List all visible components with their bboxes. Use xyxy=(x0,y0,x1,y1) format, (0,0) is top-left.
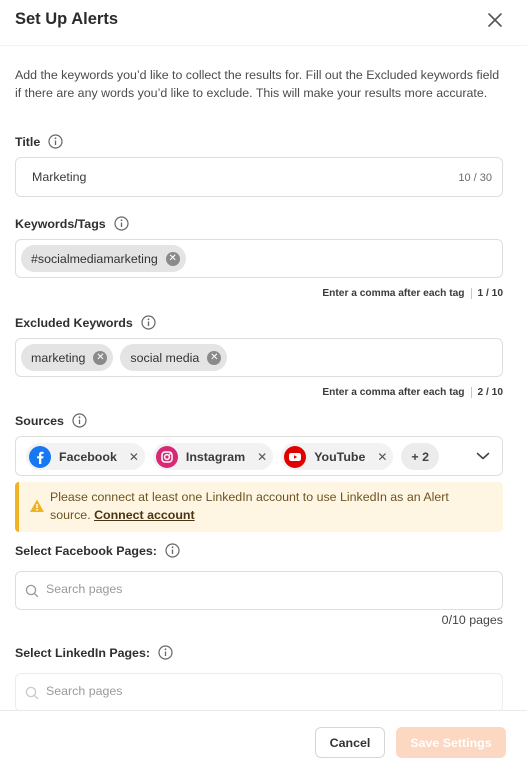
warning-icon xyxy=(30,499,44,512)
keywords-count: 1 / 10 xyxy=(477,288,504,299)
excluded-tag-label: social media xyxy=(130,350,200,365)
facebook-icon xyxy=(29,445,51,468)
excluded-count: 2 / 10 xyxy=(477,387,504,398)
remove-source-icon[interactable]: ✕ xyxy=(377,450,387,464)
chevron-down-icon[interactable] xyxy=(476,451,490,461)
excluded-label-text: Excluded Keywords xyxy=(15,315,133,330)
excluded-tag: marketing ✕ xyxy=(21,344,114,371)
excluded-tag: social media ✕ xyxy=(120,344,228,371)
info-icon[interactable] xyxy=(72,413,87,428)
linkedin-pages-search[interactable] xyxy=(15,673,503,710)
dialog-footer: Cancel Save Settings xyxy=(0,710,527,769)
info-icon[interactable] xyxy=(48,134,63,149)
source-name: Instagram xyxy=(185,449,246,464)
search-icon xyxy=(25,584,39,598)
keywords-label: Keywords/Tags xyxy=(15,216,129,231)
source-chip-instagram: Instagram ✕ xyxy=(152,443,274,470)
excluded-input[interactable]: marketing ✕ social media ✕ xyxy=(15,338,503,377)
keywords-input[interactable]: #socialmediamarketing ✕ xyxy=(15,239,503,278)
search-icon xyxy=(25,686,39,700)
remove-tag-icon[interactable]: ✕ xyxy=(93,350,108,365)
title-label-text: Title xyxy=(15,134,41,149)
facebook-pages-label-text: Select Facebook Pages: xyxy=(15,543,157,558)
keywords-hint: Enter a comma after each tag 1 / 10 xyxy=(322,288,503,299)
sources-select[interactable]: Facebook ✕ Instagram ✕ YouTube ✕ + 2 xyxy=(15,436,503,476)
source-chip-youtube: YouTube ✕ xyxy=(281,443,394,470)
cancel-button[interactable]: Cancel xyxy=(315,727,385,758)
keywords-hint-text: Enter a comma after each tag xyxy=(322,288,465,299)
keyword-tag: #socialmediamarketing ✕ xyxy=(21,245,186,272)
facebook-pages-search[interactable] xyxy=(15,571,503,610)
remove-source-icon[interactable]: ✕ xyxy=(257,450,267,464)
instagram-icon xyxy=(155,445,178,468)
title-label: Title xyxy=(15,134,63,149)
connect-account-link[interactable]: Connect account xyxy=(94,508,195,522)
linkedin-pages-label-text: Select LinkedIn Pages: xyxy=(15,645,150,660)
warning-text: Please connect at least one LinkedIn acc… xyxy=(50,488,490,524)
youtube-icon xyxy=(284,445,307,468)
facebook-pages-label: Select Facebook Pages: xyxy=(15,543,180,558)
more-sources-badge[interactable]: + 2 xyxy=(401,443,439,470)
source-chip-facebook: Facebook ✕ xyxy=(26,443,145,470)
title-input-value[interactable]: Marketing xyxy=(32,170,86,184)
linkedin-pages-label: Select LinkedIn Pages: xyxy=(15,645,173,660)
linkedin-warning: Please connect at least one LinkedIn acc… xyxy=(15,482,503,532)
excluded-hint-text: Enter a comma after each tag xyxy=(322,387,465,398)
keyword-tag-label: #socialmediamarketing xyxy=(31,251,158,266)
info-icon[interactable] xyxy=(141,315,156,330)
title-counter: 10 / 30 xyxy=(458,172,492,184)
info-icon[interactable] xyxy=(114,216,129,231)
sources-label: Sources xyxy=(15,413,87,428)
source-name: Facebook xyxy=(59,449,117,464)
source-name: YouTube xyxy=(314,449,366,464)
dialog-title: Set Up Alerts xyxy=(15,10,118,28)
save-settings-button[interactable]: Save Settings xyxy=(396,727,506,758)
info-icon[interactable] xyxy=(165,543,180,558)
facebook-pages-count: 0/10 pages xyxy=(441,613,503,627)
remove-tag-icon[interactable]: ✕ xyxy=(207,350,222,365)
intro-text: Add the keywords you’d like to collect t… xyxy=(15,68,500,100)
remove-tag-icon[interactable]: ✕ xyxy=(165,251,180,266)
close-icon[interactable] xyxy=(486,11,504,29)
dialog-header: Set Up Alerts xyxy=(0,0,527,45)
keywords-label-text: Keywords/Tags xyxy=(15,216,106,231)
dialog-body[interactable]: Add the keywords you’d like to collect t… xyxy=(0,45,527,710)
excluded-tag-label: marketing xyxy=(31,350,86,365)
linkedin-pages-search-input[interactable] xyxy=(46,684,476,698)
sources-label-text: Sources xyxy=(15,413,64,428)
title-input[interactable]: Marketing 10 / 30 xyxy=(15,157,503,197)
remove-source-icon[interactable]: ✕ xyxy=(129,450,139,464)
excluded-label: Excluded Keywords xyxy=(15,315,156,330)
facebook-pages-search-input[interactable] xyxy=(46,582,476,596)
info-icon[interactable] xyxy=(158,645,173,660)
excluded-hint: Enter a comma after each tag 2 / 10 xyxy=(322,387,503,398)
